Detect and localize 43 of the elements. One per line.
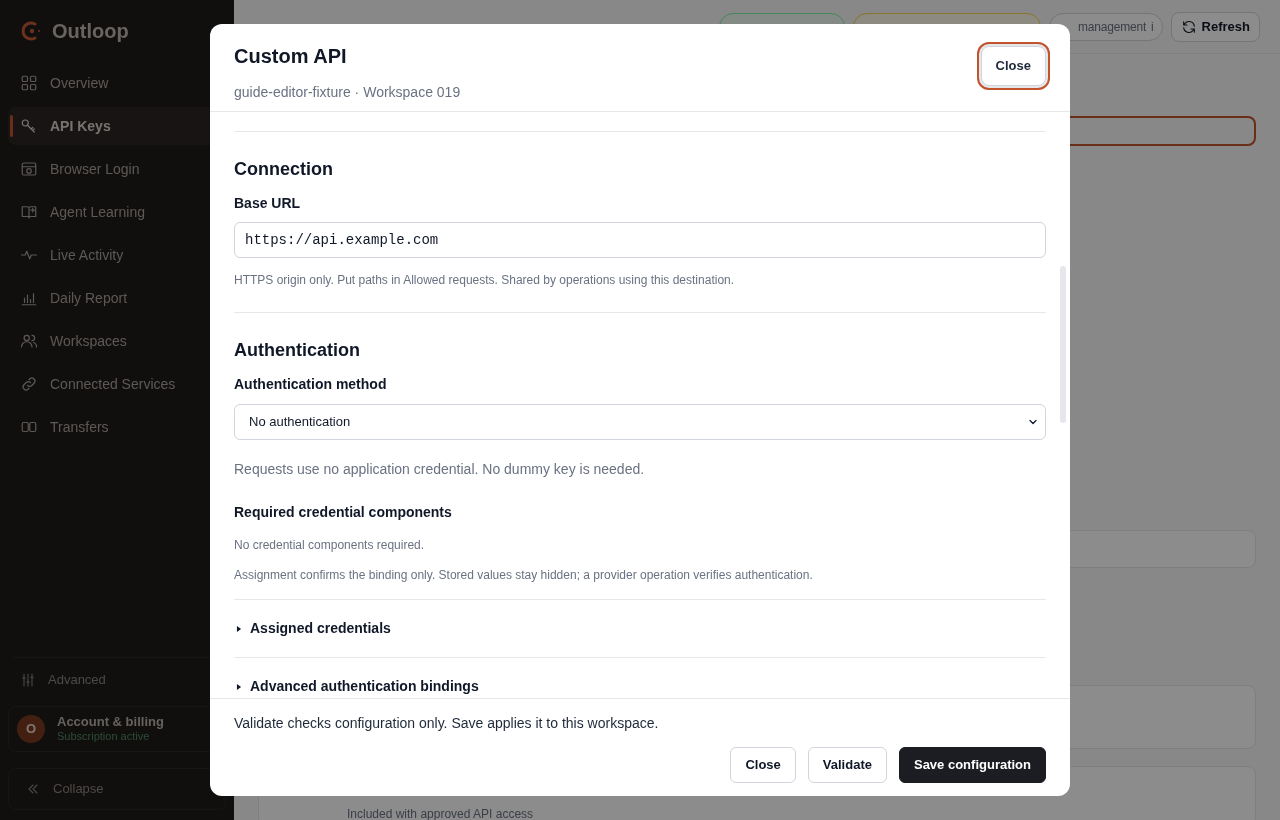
account-name: Account & billing xyxy=(57,714,164,731)
sidebar-item[interactable]: Workspaces xyxy=(8,322,226,360)
dialog-subtitle: guide-editor-fixture · Workspace 019 xyxy=(234,83,461,102)
section-heading: Authentication xyxy=(234,339,361,361)
dialog-title: Custom API xyxy=(234,44,348,68)
sliders-icon xyxy=(20,672,36,688)
book-icon xyxy=(20,203,38,221)
help-text: HTTPS origin only. Put paths in Allowed requests. Shared by operations using this destination. xyxy=(234,272,736,288)
save-button[interactable]: Save configuration xyxy=(898,747,1046,783)
logo-text: Outloop xyxy=(52,19,129,44)
key-icon xyxy=(20,117,38,135)
disclosure-toggle[interactable]: Assigned credentials xyxy=(234,599,1046,657)
sidebar-item[interactable]: Connected Services xyxy=(8,365,226,403)
sidebar-item[interactable]: Daily Report xyxy=(8,279,226,317)
subsection-heading: Required credential components xyxy=(234,503,453,522)
description-text: Requests use no application credential. No dummy key is needed. xyxy=(234,460,646,479)
url-input[interactable]: https://api.example.com xyxy=(234,222,1046,258)
management-badge: management i xyxy=(1049,12,1163,41)
refresh-icon xyxy=(1180,18,1197,35)
avatar: O xyxy=(17,715,45,743)
disclosure-toggle[interactable]: Advanced authentication bindings xyxy=(234,657,1046,698)
browser-window-icon xyxy=(20,160,38,178)
sidebar-item[interactable]: Browser Login xyxy=(8,150,226,188)
secondary-button[interactable]: Close xyxy=(730,747,796,783)
subscription-status: Subscription active xyxy=(57,730,151,744)
sidebar-item[interactable]: Agent Learning xyxy=(8,193,226,231)
link-icon xyxy=(20,375,38,393)
field-label: Base URL xyxy=(234,194,302,213)
help-text: No credential components required. xyxy=(234,537,426,553)
auth-method-select[interactable]: No authentication xyxy=(234,404,1046,440)
sidebar-item[interactable]: Overview xyxy=(8,64,226,102)
secondary-button[interactable]: Validate xyxy=(807,747,887,783)
advanced-toggle[interactable]: Advanced xyxy=(8,658,226,702)
refresh-button[interactable]: Refresh xyxy=(1170,11,1260,42)
sidebar-item[interactable]: Live Activity xyxy=(8,236,226,274)
row-description: Included with approved API access xyxy=(347,807,534,820)
help-text: Assignment confirms the binding only. Stored values stay hidden; a provider operation verifies authentication. xyxy=(234,567,814,583)
people-icon xyxy=(20,332,38,350)
footer-note: Validate checks configuration only. Save applies it to this workspace. xyxy=(234,714,660,733)
section-heading: Connection xyxy=(234,158,334,180)
grid-icon xyxy=(20,74,38,92)
sidebar-item[interactable]: Transfers xyxy=(8,408,226,446)
field-label: Authentication method xyxy=(234,375,388,394)
